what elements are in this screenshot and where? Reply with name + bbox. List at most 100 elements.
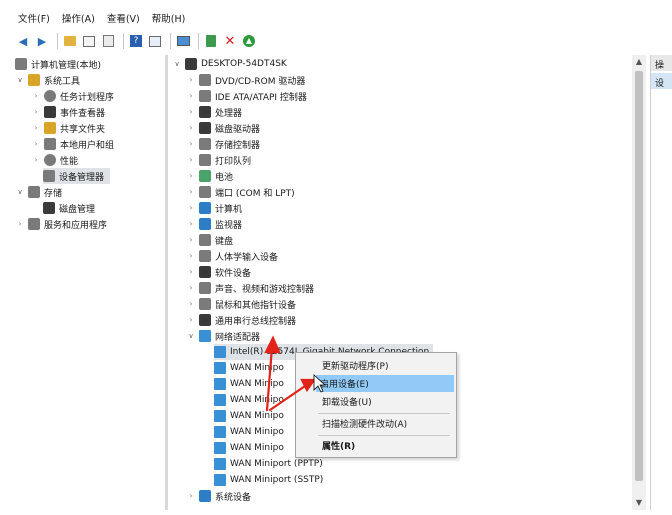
actions-subheader[interactable]: 设	[651, 73, 672, 89]
tree-item-computer-management[interactable]: 计算机管理(本地)	[15, 56, 101, 72]
root-label: DESKTOP-54DT4SK	[201, 59, 287, 69]
category-network-adapters[interactable]: ∨ 网络适配器	[186, 328, 260, 344]
device-wan-miniport[interactable]: WAN Minipo	[214, 392, 284, 408]
network-adapter-icon	[214, 378, 226, 390]
category-computer[interactable]: › 计算机	[186, 200, 242, 216]
update-driver-icon[interactable]	[203, 33, 219, 49]
device-wan-miniport[interactable]: WAN Minipo	[214, 440, 284, 456]
chevron-right-icon[interactable]: ›	[186, 204, 196, 212]
forward-icon[interactable]: ▶	[34, 33, 50, 49]
tree-item-shared-folders[interactable]: › 共享文件夹	[31, 120, 105, 136]
show-hide-tree-icon[interactable]	[81, 33, 97, 49]
category-keyboards[interactable]: › 键盘	[186, 232, 233, 248]
tree-item-performance[interactable]: › 性能	[31, 152, 78, 168]
disk-drive-icon	[199, 122, 211, 134]
chevron-right-icon[interactable]: ›	[186, 268, 196, 276]
tree-item-disk-management[interactable]: 磁盘管理	[43, 200, 95, 216]
chevron-right-icon[interactable]: ›	[186, 172, 196, 180]
device-wan-miniport-pptp[interactable]: WAN Miniport (PPTP)	[214, 456, 323, 472]
chevron-right-icon[interactable]: ›	[186, 284, 196, 292]
up-folder-icon[interactable]	[62, 33, 78, 49]
category-battery[interactable]: › 电池	[186, 168, 233, 184]
chevron-down-icon[interactable]: ∨	[15, 76, 25, 84]
enable-icon[interactable]: ▲	[241, 33, 257, 49]
tree-item-local-users-groups[interactable]: › 本地用户和组	[31, 136, 114, 152]
chevron-right-icon[interactable]: ›	[186, 92, 196, 100]
pane-splitter[interactable]	[165, 55, 168, 510]
category-dvd[interactable]: › DVD/CD-ROM 驱动器	[186, 72, 305, 88]
tree-item-label: 磁盘管理	[59, 204, 96, 215]
chevron-down-icon[interactable]: ∨	[186, 332, 196, 340]
scrollbar-thumb[interactable]	[635, 71, 643, 481]
chevron-right-icon[interactable]: ›	[31, 92, 41, 100]
chevron-right-icon[interactable]: ›	[186, 492, 196, 500]
tree-item-system-tools[interactable]: ∨ 系统工具	[15, 72, 80, 88]
tree-item-event-viewer[interactable]: › 事件查看器	[31, 104, 105, 120]
chevron-right-icon[interactable]: ›	[186, 300, 196, 308]
category-usb[interactable]: › 通用串行总线控制器	[186, 312, 296, 328]
tree-item-device-manager[interactable]: 设备管理器	[43, 168, 111, 184]
menu-item-uninstall-device[interactable]: 卸载设备(U)	[318, 393, 454, 410]
chevron-down-icon[interactable]: ∨	[15, 188, 25, 196]
actions-header: 操	[651, 55, 672, 71]
storage-icon	[28, 186, 40, 198]
menu-item-enable-device[interactable]: 启用设备(E)	[316, 375, 454, 392]
properties-icon[interactable]	[100, 33, 116, 49]
help-icon[interactable]: ?	[128, 33, 144, 49]
device-wan-miniport-sstp[interactable]: WAN Miniport (SSTP)	[214, 472, 323, 488]
device-tree-root[interactable]: ∨ DESKTOP-54DT4SK	[172, 56, 287, 72]
device-wan-miniport[interactable]: WAN Minipo	[214, 424, 284, 440]
chevron-down-icon[interactable]: ∨	[172, 60, 182, 68]
chevron-right-icon[interactable]: ›	[186, 188, 196, 196]
chevron-right-icon[interactable]: ›	[186, 220, 196, 228]
chevron-right-icon[interactable]: ›	[186, 156, 196, 164]
chevron-right-icon[interactable]: ›	[31, 108, 41, 116]
chevron-right-icon[interactable]: ›	[31, 156, 41, 164]
tree-item-storage[interactable]: ∨ 存储	[15, 184, 62, 200]
category-mice[interactable]: › 鼠标和其他指针设备	[186, 296, 296, 312]
menu-help[interactable]: 帮助(H)	[152, 11, 186, 25]
category-processor[interactable]: › 处理器	[186, 104, 242, 120]
view-icon[interactable]	[147, 33, 163, 49]
menu-action[interactable]: 操作(A)	[62, 11, 95, 25]
menu-view[interactable]: 查看(V)	[107, 11, 140, 25]
menu-item-update-driver[interactable]: 更新驱动程序(P)	[318, 357, 454, 374]
category-ports[interactable]: › 端口 (COM 和 LPT)	[186, 184, 295, 200]
keyboard-icon	[199, 234, 211, 246]
category-hid[interactable]: › 人体学输入设备	[186, 248, 278, 264]
device-wan-miniport[interactable]: WAN Minipo	[214, 408, 284, 424]
vertical-scrollbar[interactable]: ▲ ▼	[632, 55, 646, 510]
chevron-right-icon[interactable]: ›	[186, 124, 196, 132]
tree-item-services-apps[interactable]: › 服务和应用程序	[15, 216, 107, 232]
device-wan-miniport[interactable]: WAN Minipo	[214, 376, 284, 392]
chevron-right-icon[interactable]: ›	[186, 236, 196, 244]
chevron-right-icon[interactable]: ›	[15, 220, 25, 228]
chevron-right-icon[interactable]: ›	[186, 140, 196, 148]
chevron-right-icon[interactable]: ›	[31, 140, 41, 148]
scroll-down-icon[interactable]: ▼	[632, 496, 646, 510]
category-print-queues[interactable]: › 打印队列	[186, 152, 251, 168]
device-wan-miniport[interactable]: WAN Minipo	[214, 360, 284, 376]
uninstall-icon[interactable]: ✕	[222, 33, 238, 49]
back-icon[interactable]: ◀	[15, 33, 31, 49]
tree-item-task-scheduler[interactable]: › 任务计划程序	[31, 88, 114, 104]
menu-item-properties[interactable]: 属性(R)	[318, 437, 454, 454]
chevron-right-icon[interactable]: ›	[31, 124, 41, 132]
category-sound[interactable]: › 声音、视频和游戏控制器	[186, 280, 314, 296]
category-monitors[interactable]: › 监视器	[186, 216, 242, 232]
chevron-right-icon[interactable]: ›	[186, 108, 196, 116]
category-system-devices[interactable]: › 系统设备	[186, 488, 251, 504]
chevron-right-icon[interactable]: ›	[186, 252, 196, 260]
menu-item-scan-hardware[interactable]: 扫描检测硬件改动(A)	[318, 415, 454, 432]
category-storage-controllers[interactable]: › 存储控制器	[186, 136, 260, 152]
category-ide[interactable]: › IDE ATA/ATAPI 控制器	[186, 88, 307, 104]
scroll-up-icon[interactable]: ▲	[632, 55, 646, 69]
device-label: WAN Minipo	[230, 395, 284, 405]
chevron-right-icon[interactable]: ›	[186, 76, 196, 84]
chevron-right-icon[interactable]: ›	[186, 316, 196, 324]
monitor-icon[interactable]	[175, 33, 191, 49]
menu-file[interactable]: 文件(F)	[18, 11, 50, 25]
category-software-devices[interactable]: › 软件设备	[186, 264, 251, 280]
toolbar-separator	[57, 33, 58, 49]
category-disk-drives[interactable]: › 磁盘驱动器	[186, 120, 260, 136]
